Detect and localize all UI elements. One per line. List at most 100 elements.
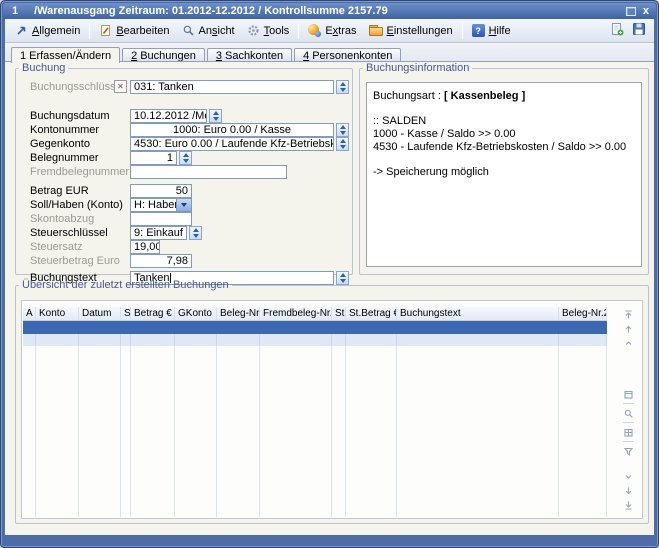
buchungsinformation-panel: Buchungsart : [ Kassenbeleg ] :: SALDEN …: [366, 82, 642, 267]
soll-haben-select[interactable]: H: Haben: [130, 198, 177, 212]
scroll-bottom-button[interactable]: [619, 498, 637, 512]
menu-separator: [298, 23, 299, 39]
soll-haben-label: Soll/Haben (Konto): [30, 199, 130, 211]
menu-hilfe[interactable]: Hilfe: [466, 22, 517, 39]
menu-label: Tools: [264, 25, 290, 37]
search-button[interactable]: [619, 406, 637, 420]
betrag-eur-input[interactable]: 50: [130, 184, 192, 198]
buchungsart-value: [ Kassenbeleg ]: [444, 90, 525, 102]
column-header[interactable]: St.Betrag €: [346, 307, 397, 320]
fremdbelegnummer-label: Fremdbelegnummer: [30, 166, 130, 178]
status-line: -> Speicherung möglich: [373, 166, 635, 179]
tab-sachkonten[interactable]: 3Sachkonten: [207, 48, 292, 62]
column-header[interactable]: Datum: [79, 307, 121, 320]
restore-icon[interactable]: [626, 7, 636, 16]
save-icon: [632, 22, 646, 36]
field-betrag-eur: Betrag EUR 50: [30, 183, 346, 198]
buchungsschluessel-input[interactable]: 031: Tanken: [130, 80, 334, 94]
column-header[interactable]: St: [332, 307, 346, 320]
steuerbetrag-euro-input[interactable]: 7,98: [130, 254, 192, 268]
arrow-northeast-icon: [15, 24, 28, 37]
table-empty-area: [23, 346, 607, 517]
save-button[interactable]: [632, 22, 646, 39]
buchungsdatum-spinner[interactable]: [209, 109, 222, 123]
gegenkonto-spinner[interactable]: [336, 137, 349, 151]
menu-label: Ansicht: [199, 25, 235, 37]
column-header[interactable]: GKonto: [175, 307, 217, 320]
fremdbelegnummer-input[interactable]: [130, 165, 287, 179]
app-body: Allgemein Bearbeiten Ansicht Tools Extra…: [5, 19, 654, 535]
field-fremdbelegnummer: Fremdbelegnummer: [30, 164, 346, 179]
table-header-row: A Konto Datum S Betrag € GKonto Beleg-Nr…: [23, 307, 607, 321]
column-header[interactable]: Buchungstext: [397, 307, 559, 320]
tab-personenkonten[interactable]: 4Personenkonten: [294, 48, 401, 62]
buchung-group: Buchung Buchungsschlüssel 031: Tanken Bu…: [15, 62, 353, 275]
scroll-page-up-button[interactable]: [619, 321, 637, 335]
steuerschluessel-input[interactable]: 9: Einkauf zu: [130, 226, 187, 240]
uebersicht-legend: Übersicht der zuletzt erstellten Buchung…: [19, 279, 232, 291]
kontonummer-spinner[interactable]: [336, 123, 349, 137]
column-header[interactable]: Konto: [36, 307, 79, 320]
menu-einstellungen[interactable]: Einstellungen: [363, 23, 459, 39]
tab-erfassen-aendern[interactable]: 1Erfassen/Ändern: [11, 47, 120, 63]
field-steuersatz: Steuersatz 19,00: [30, 239, 346, 254]
buchungsschluessel-spinner[interactable]: [336, 80, 349, 94]
belegnummer-label: Belegnummer: [30, 152, 130, 164]
new-document-icon: [610, 22, 624, 36]
menu-extras[interactable]: Extras: [302, 22, 362, 39]
app-window: 1 /Warenausgang Zeitraum: 01.2012-12.201…: [0, 0, 659, 548]
filter-icon: [623, 446, 634, 457]
scroll-down-button[interactable]: [619, 470, 637, 484]
settings-folder-icon: [369, 25, 383, 36]
menu-label: Extras: [325, 25, 356, 37]
belegnummer-input[interactable]: 1: [130, 151, 177, 165]
menu-bearbeiten[interactable]: Bearbeiten: [93, 22, 175, 39]
scroll-top-button[interactable]: [619, 307, 637, 321]
table-row[interactable]: [23, 334, 607, 346]
field-soll-haben: Soll/Haben (Konto) H: Haben: [30, 197, 346, 212]
scroll-page-down-button[interactable]: [619, 484, 637, 498]
column-header[interactable]: Fremdbeleg-Nr.: [260, 307, 332, 320]
buchungsdatum-input[interactable]: 10.12.2012 /Mo: [130, 109, 207, 123]
buchungsschluessel-label: Buchungsschlüssel: [30, 81, 114, 93]
column-header[interactable]: S: [121, 307, 131, 320]
saldo-line: 1000 - Kasse / Saldo >> 0.00: [373, 128, 635, 141]
gegenkonto-label: Gegenkonto: [30, 138, 130, 150]
betrag-eur-label: Betrag EUR: [30, 185, 130, 197]
records-grid-button[interactable]: [619, 425, 637, 439]
belegnummer-spinner[interactable]: [179, 151, 192, 165]
filter-button[interactable]: [619, 444, 637, 458]
selected-table-row[interactable]: [23, 321, 607, 334]
kontonummer-input[interactable]: 1000: Euro 0.00 / Kasse: [130, 123, 334, 137]
menu-separator: [89, 23, 90, 39]
record-form-icon: [623, 389, 634, 400]
column-header[interactable]: Beleg-Nr.2: [559, 307, 607, 320]
field-skontoabzug: Skontoabzug: [30, 211, 346, 226]
column-header[interactable]: Betrag €: [131, 307, 175, 320]
gegenkonto-input[interactable]: 4530: Euro 0.00 / Laufende Kfz-Betriebsk…: [130, 137, 334, 151]
menu-allgemein[interactable]: Allgemein: [9, 22, 86, 39]
menu-separator: [462, 23, 463, 39]
column-header[interactable]: A: [23, 307, 36, 320]
menu-tools[interactable]: Tools: [241, 22, 296, 39]
new-document-button[interactable]: [610, 22, 624, 39]
steuersatz-label: Steuersatz: [30, 241, 130, 253]
field-kontonummer: Kontonummer 1000: Euro 0.00 / Kasse: [30, 122, 346, 137]
field-buchungsdatum: Buchungsdatum 10.12.2012 /Mo: [30, 108, 346, 123]
column-header[interactable]: Beleg-Nr.: [217, 307, 260, 320]
record-form-button[interactable]: [619, 387, 637, 401]
toolbar-divider: [623, 422, 634, 423]
clear-buchungsschluessel-button[interactable]: [114, 80, 127, 93]
scroll-bottom-icon: [623, 500, 634, 511]
buchungsart-line: Buchungsart : [ Kassenbeleg ]: [373, 90, 635, 103]
titlebar: 1 /Warenausgang Zeitraum: 01.2012-12.201…: [3, 3, 656, 19]
close-icon[interactable]: x: [643, 6, 649, 16]
steuersatz-input[interactable]: 19,00: [130, 240, 160, 254]
tab-buchungen[interactable]: 2Buchungen: [122, 48, 205, 62]
steuerschluessel-spinner[interactable]: [189, 226, 202, 240]
scroll-up-button[interactable]: [619, 335, 637, 349]
skontoabzug-input[interactable]: [130, 212, 192, 226]
window-title: /Warenausgang Zeitraum: 01.2012-12.2012 …: [34, 5, 388, 17]
soll-haben-dropdown-button[interactable]: [177, 198, 192, 212]
menu-ansicht[interactable]: Ansicht: [176, 22, 241, 39]
